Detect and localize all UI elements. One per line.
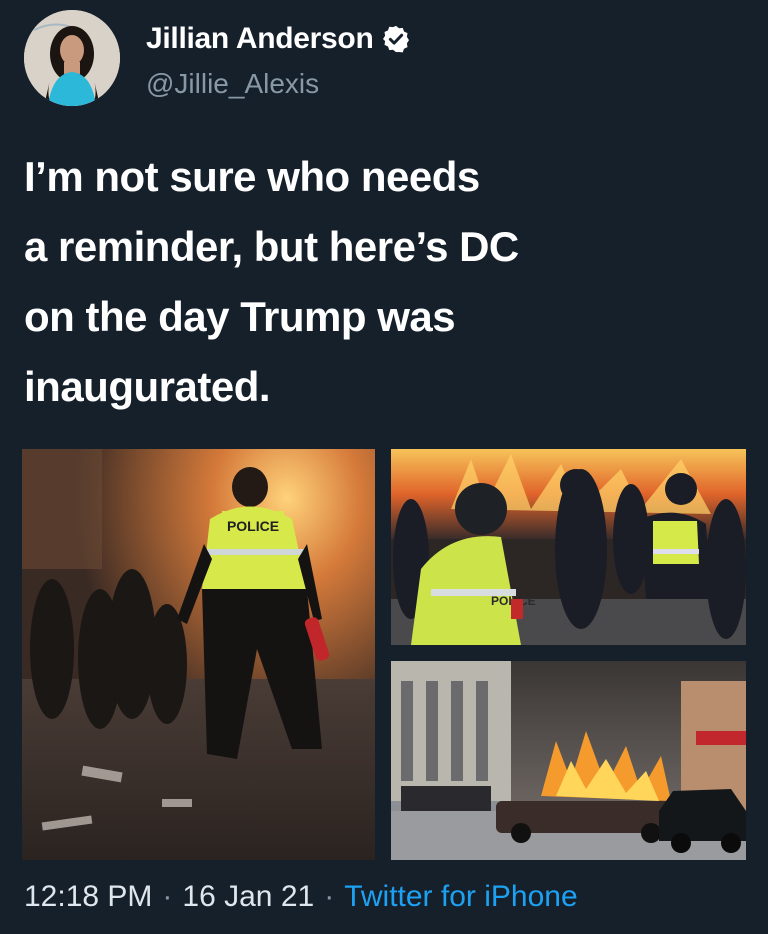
tweet-header: Jillian Anderson @Jillie_Alexis	[24, 10, 744, 110]
display-name[interactable]: Jillian Anderson	[146, 22, 374, 56]
tweet-line: a reminder, but here’s DC	[24, 223, 519, 270]
photo-police-line-fire[interactable]: POLICE	[391, 449, 746, 645]
verified-badge-icon	[381, 24, 411, 54]
photo-police-extinguisher[interactable]: POLICE	[22, 449, 375, 860]
meta-separator: ·	[162, 880, 173, 913]
photo-burning-limo[interactable]	[391, 661, 746, 860]
vest-label: POLICE	[227, 518, 279, 534]
tweet-text: I’m not sure who needs a reminder, but h…	[24, 142, 744, 422]
tweet-line: I’m not sure who needs	[24, 153, 480, 200]
meta-separator: ·	[324, 880, 335, 913]
tweet-source-link[interactable]: Twitter for iPhone	[344, 880, 577, 914]
tweet-time[interactable]: 12:18 PM	[24, 880, 152, 914]
tweet-date[interactable]: 16 Jan 21	[182, 880, 314, 914]
tweet-line: inaugurated.	[24, 363, 271, 410]
tweet-meta: 12:18 PM · 16 Jan 21 · Twitter for iPhon…	[24, 880, 578, 914]
avatar[interactable]	[24, 10, 120, 106]
media-grid: POLICE	[22, 449, 746, 860]
name-row: Jillian Anderson	[146, 22, 411, 56]
tweet-line: on the day Trump was	[24, 293, 456, 340]
user-handle[interactable]: @Jillie_Alexis	[146, 68, 319, 100]
